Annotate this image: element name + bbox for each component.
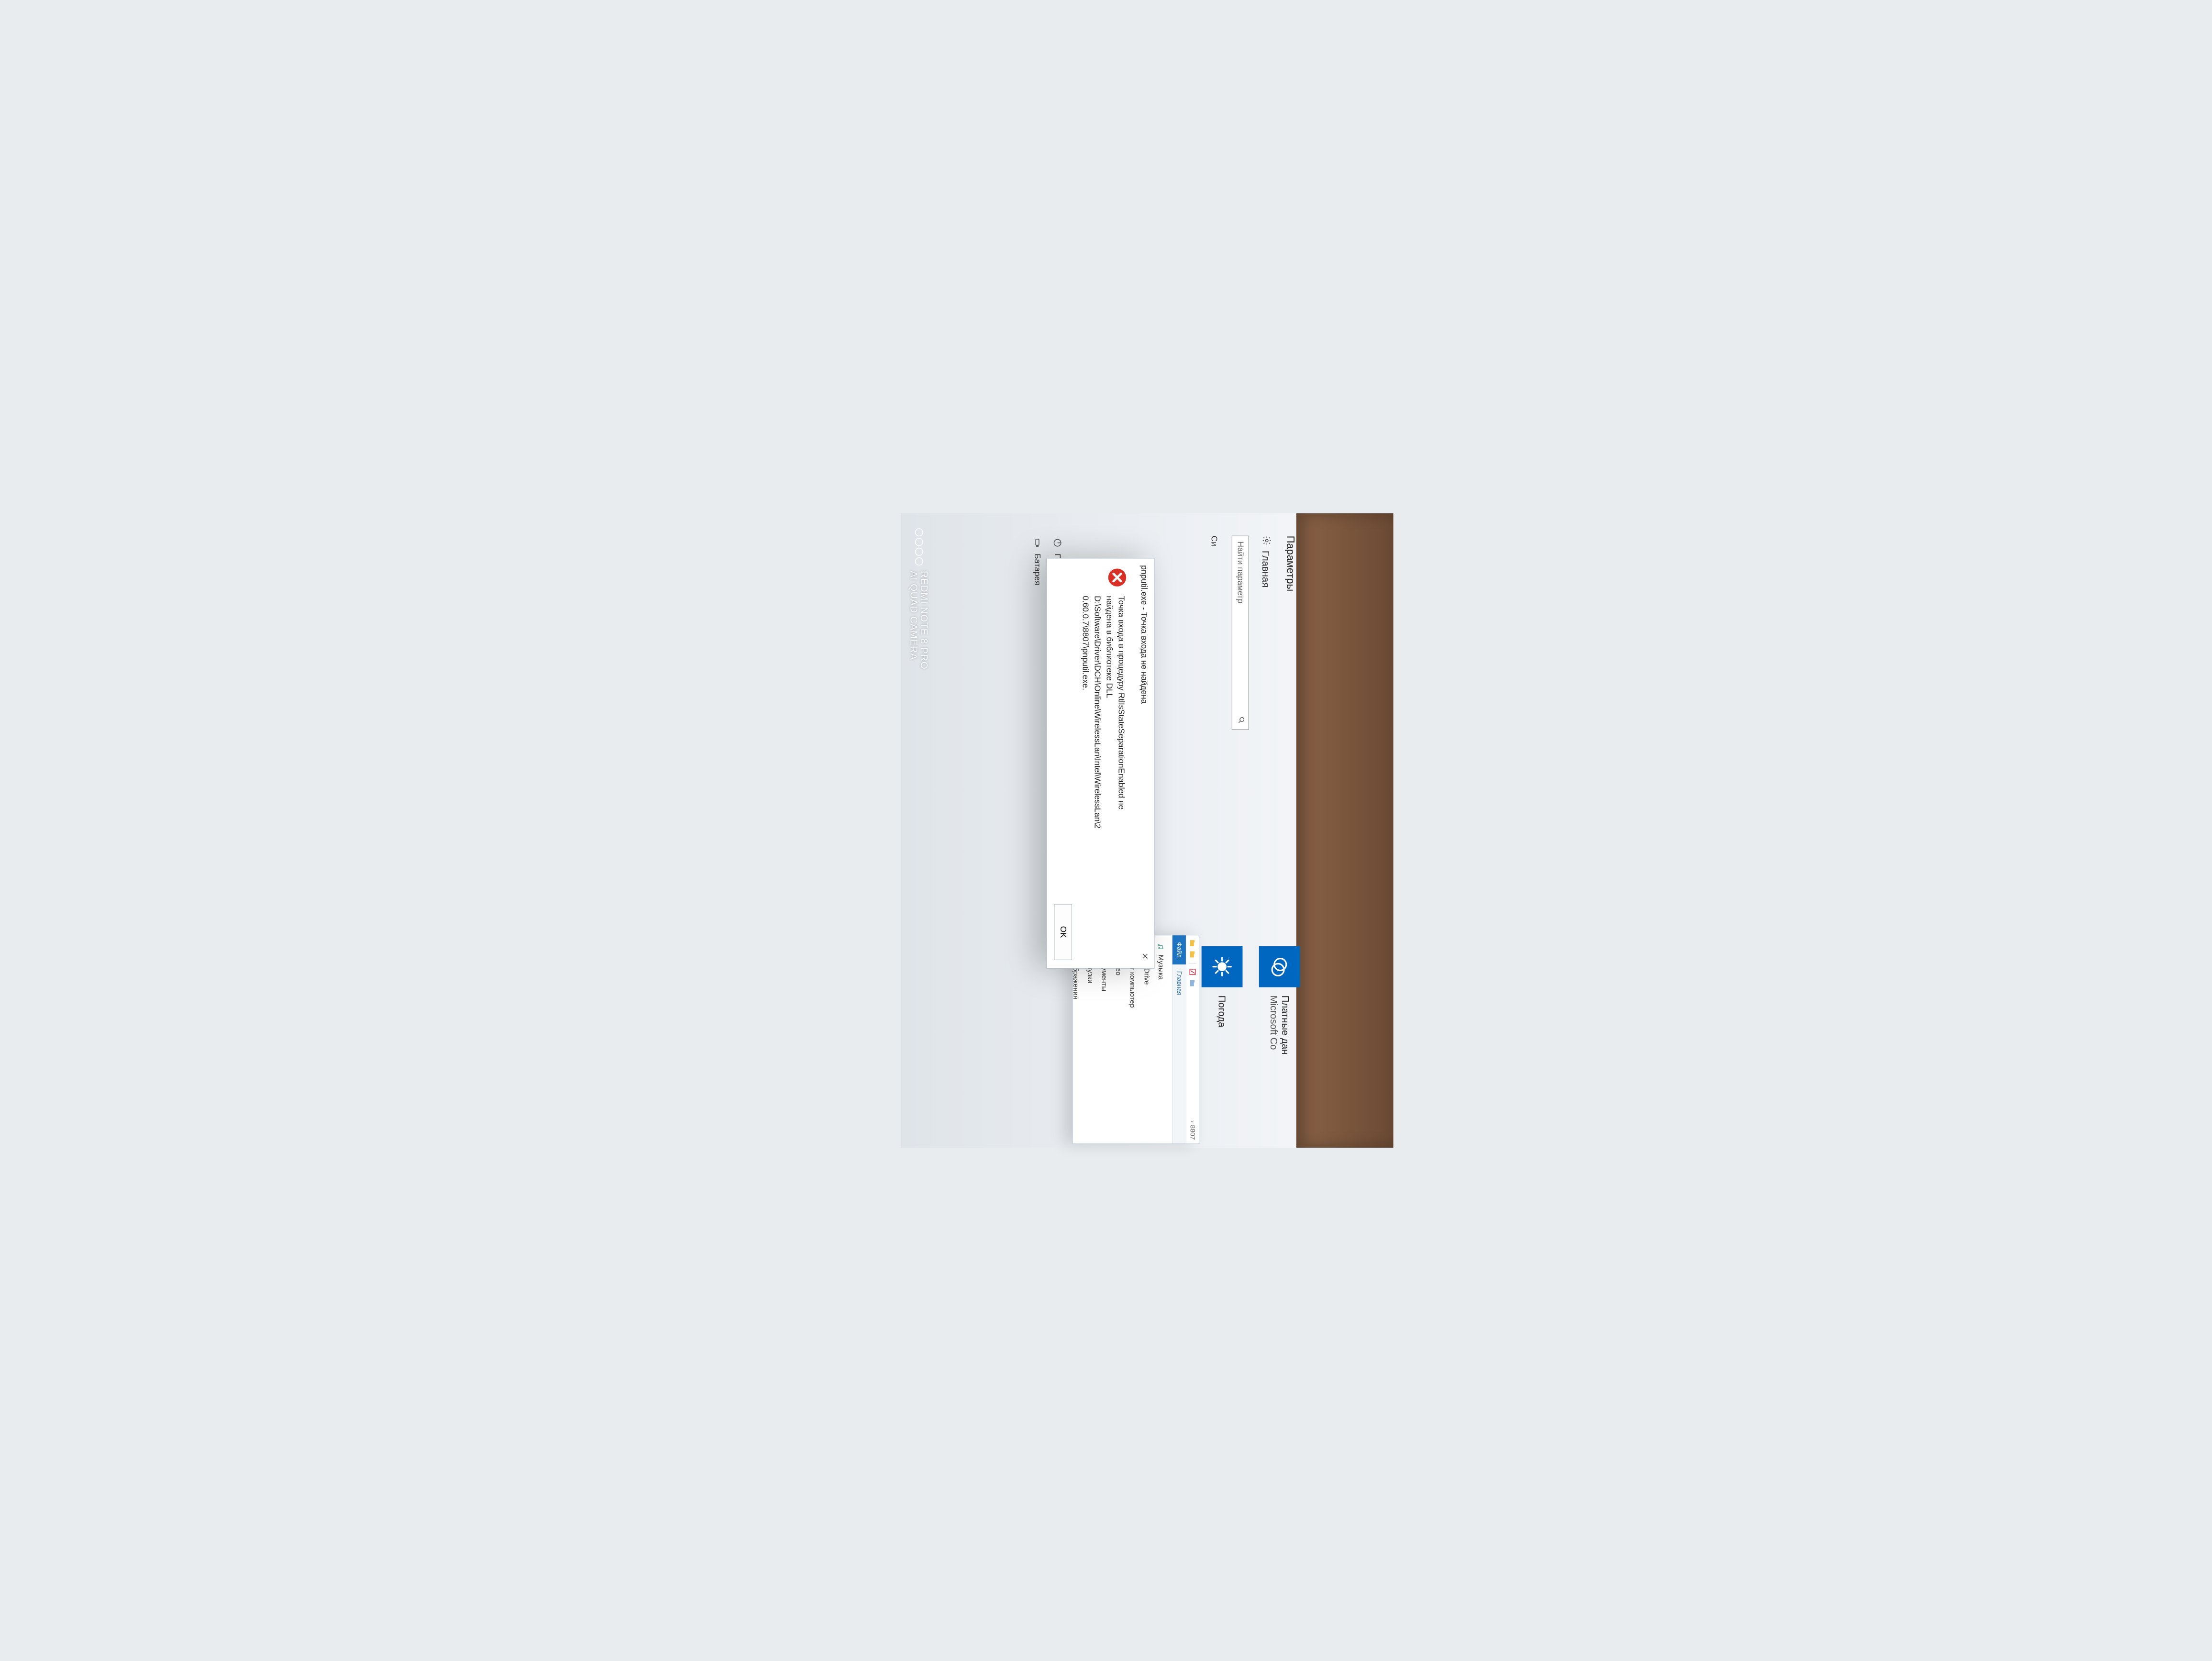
dialog-message-line: Точка входа в процедуру RtlIsStateSepara…: [1116, 596, 1128, 828]
tile-title: Платные дан: [1280, 996, 1291, 1055]
new-folder-icon: [1188, 979, 1196, 987]
start-tiles: Платные дан Microsoft Co Погода: [1185, 946, 1300, 1133]
explorer-ribbon: Файл Главная: [1172, 935, 1186, 1143]
nav-item-onedrive[interactable]: OneDrive: [1139, 941, 1153, 1138]
settings-title: Параметры: [1284, 536, 1296, 827]
dialog-message: Точка входа в процедуру RtlIsStateSepara…: [1080, 596, 1127, 828]
camera-watermark: REDMI NOTE 8 PRO AI QUAD CAMERA: [908, 528, 930, 669]
power-icon: [1052, 538, 1062, 547]
folder-icon: [1188, 950, 1196, 958]
ribbon-tab-main[interactable]: Главная: [1172, 964, 1186, 1002]
nav-item-documents[interactable]: Документы: [1097, 941, 1111, 1138]
close-button[interactable]: [1138, 947, 1150, 966]
tile-title: Погода: [1216, 996, 1228, 1028]
tile-payment[interactable]: Платные дан Microsoft Co: [1259, 946, 1300, 1133]
settings-search-placeholder: Найти параметр: [1236, 542, 1245, 604]
gear-icon: [1260, 536, 1272, 545]
menu-label: Батарея: [1032, 554, 1042, 585]
breadcrumb-current: 8807: [1189, 1125, 1196, 1140]
dialog-message-line: 0.60.0.7\8807\pnputil.exe.: [1080, 596, 1092, 828]
settings-home-label: Главная: [1260, 551, 1271, 587]
nav-item-music[interactable]: Музыка: [1153, 941, 1168, 1138]
properties-icon: [1188, 968, 1196, 976]
chevron-right-icon: ›: [1189, 1120, 1196, 1123]
nav-item-images[interactable]: Изображения: [1068, 941, 1083, 1138]
battery-icon: [1032, 538, 1042, 547]
search-icon: [1235, 716, 1246, 724]
nav-item-video[interactable]: Видео: [1111, 941, 1125, 1138]
explorer-breadcrumb[interactable]: › 8807: [1189, 1120, 1196, 1140]
ribbon-tab-file[interactable]: Файл: [1172, 935, 1186, 964]
payment-tile-icon: [1259, 946, 1300, 987]
nav-label: Музыка: [1156, 955, 1164, 980]
explorer-qat: › 8807: [1186, 935, 1199, 1143]
watermark-line1: REDMI NOTE 8 PRO: [919, 571, 929, 669]
laptop-bezel: [1296, 513, 1394, 1148]
nav-item-thispc[interactable]: Этот компьютер: [1125, 941, 1139, 1138]
close-icon: [1139, 952, 1149, 960]
tile-subtitle: Microsoft Co: [1268, 996, 1280, 1055]
folder-icon: [1188, 939, 1196, 947]
nav-item-downloads[interactable]: Загрузки: [1083, 941, 1097, 1138]
settings-search-input[interactable]: Найти параметр: [1232, 536, 1249, 730]
settings-truncated-item: Си: [1209, 536, 1219, 827]
settings-home-item[interactable]: Главная: [1260, 536, 1272, 827]
dialog-message-line: D:\Software\Driver\DCH\Online\WirelessLa…: [1092, 596, 1104, 828]
watermark-line2: AI QUAD CAMERA: [908, 571, 919, 669]
ok-button[interactable]: OK: [1054, 904, 1072, 960]
error-icon: [1107, 567, 1127, 587]
dialog-title: pnputil.exe - Точка входа не найдена: [1139, 565, 1149, 704]
dialog-message-line: найдена в библиотеке DLL: [1104, 596, 1116, 828]
error-dialog: pnputil.exe - Точка входа не найдена Точ…: [1047, 558, 1155, 969]
weather-tile-icon: [1202, 946, 1243, 987]
tile-weather[interactable]: Погода: [1202, 946, 1243, 1133]
settings-menu-item-battery[interactable]: Батарея: [1027, 536, 1047, 827]
watermark-logo-icon: [915, 528, 923, 565]
